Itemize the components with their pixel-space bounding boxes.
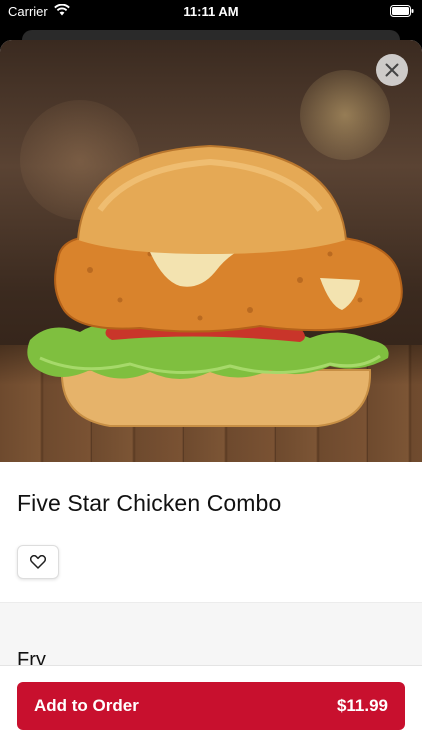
product-title: Five Star Chicken Combo bbox=[17, 490, 282, 516]
add-to-order-button[interactable]: Add to Order $11.99 bbox=[17, 682, 405, 730]
close-button[interactable] bbox=[376, 54, 408, 86]
battery-icon bbox=[390, 5, 414, 20]
product-detail-sheet: Five Star Chicken Combo Fry Add to Order… bbox=[0, 40, 422, 750]
close-icon bbox=[385, 63, 399, 77]
favorite-button[interactable] bbox=[17, 545, 59, 579]
product-image bbox=[0, 40, 422, 462]
status-bar: Carrier 11:11 AM bbox=[0, 0, 422, 24]
order-price: $11.99 bbox=[336, 696, 388, 715]
bottom-bar: Add to Order $11.99 bbox=[0, 665, 422, 750]
add-to-order-label: Add to Order bbox=[34, 696, 139, 715]
heart-icon bbox=[30, 555, 46, 569]
chicken-sandwich-illustration bbox=[27, 144, 403, 427]
status-time: 11:11 AM bbox=[183, 4, 239, 19]
screen: Carrier 11:11 AM Five Star Chicken Combo… bbox=[0, 0, 422, 750]
